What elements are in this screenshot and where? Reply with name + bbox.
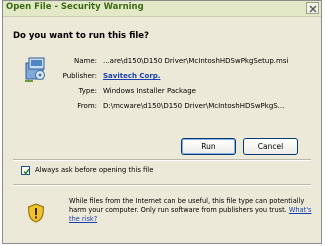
name-value: ...are\d150\D150 Driver\McIntoshHDSwPkgS… bbox=[103, 57, 289, 65]
cancel-button[interactable]: Cancel bbox=[243, 138, 298, 155]
run-button[interactable]: Run bbox=[181, 138, 236, 155]
checkmark-icon bbox=[22, 168, 30, 175]
warning-message: While files from the Internet can be use… bbox=[69, 197, 319, 224]
from-label: From: bbox=[77, 102, 97, 110]
security-shield-warning-icon bbox=[27, 203, 45, 223]
close-icon bbox=[309, 5, 317, 12]
from-value: D:\mcware\d150\D150 Driver\McIntoshHDSwP… bbox=[103, 102, 285, 110]
always-ask-label: Always ask before opening this file bbox=[35, 166, 154, 174]
publisher-link[interactable]: Savitech Corp. bbox=[103, 72, 160, 80]
always-ask-checkbox[interactable] bbox=[21, 166, 30, 175]
security-warning-dialog: Open File - Security Warning Do you want… bbox=[2, 0, 322, 244]
dialog-question: Do you want to run this file? bbox=[13, 31, 149, 41]
separator bbox=[13, 159, 311, 161]
publisher-label: Publisher: bbox=[62, 72, 97, 80]
type-label: Type: bbox=[78, 87, 97, 95]
title-bar: Open File - Security Warning bbox=[3, 1, 321, 17]
name-label: Name: bbox=[73, 57, 97, 65]
separator bbox=[13, 184, 311, 186]
window-title: Open File - Security Warning bbox=[6, 2, 144, 12]
warning-text: While files from the Internet can be use… bbox=[69, 197, 305, 214]
type-value: Windows Installer Package bbox=[103, 87, 196, 95]
close-button[interactable] bbox=[306, 2, 319, 14]
